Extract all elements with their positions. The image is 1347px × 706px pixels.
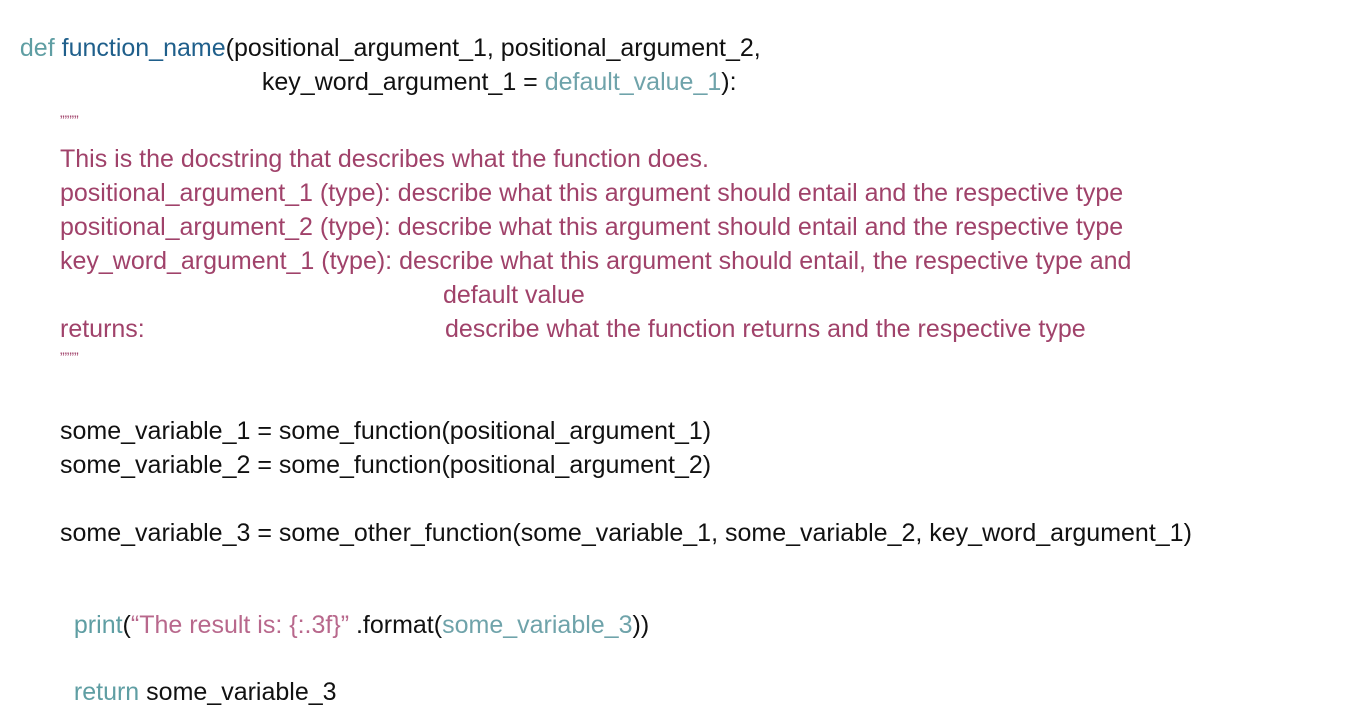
- function-name: function_name: [61, 34, 226, 62]
- docstring-summary: This is the docstring that describes wha…: [60, 145, 709, 173]
- docstring-close-quotes: ””””: [60, 349, 79, 365]
- assignment-line-3: some_variable_3 = some_other_function(so…: [60, 519, 1192, 547]
- print-string-literal: “The result is: {:.3f}”: [130, 611, 350, 639]
- return-value: some_variable_3: [139, 678, 337, 706]
- format-call: .format(: [349, 611, 443, 639]
- signature-line-2: key_word_argument_1 = default_value_1):: [248, 45, 737, 95]
- return-line: return some_variable_3: [60, 655, 337, 705]
- kwarg-default-value: default_value_1: [544, 68, 722, 96]
- docstring-kwarg-1-continued: default value: [443, 281, 585, 309]
- docstring-arg-1: positional_argument_1 (type): describe w…: [60, 179, 1124, 207]
- format-argument: some_variable_3: [442, 611, 633, 639]
- kwarg-name: key_word_argument_1 =: [261, 68, 545, 96]
- docstring-kwarg-1: key_word_argument_1 (type): describe wha…: [60, 247, 1132, 275]
- def-keyword: def: [19, 34, 55, 62]
- docstring-returns-description: describe what the function returns and t…: [445, 315, 1086, 343]
- code-canvas: { "colors": { "keyword": "#5f9ea3", "fun…: [0, 0, 1347, 705]
- assignment-line-2: some_variable_2 = some_function(position…: [60, 451, 712, 479]
- return-keyword: return: [73, 678, 140, 706]
- docstring-open-quotes: ””””: [60, 112, 79, 128]
- print-open-paren: (: [122, 611, 131, 639]
- print-close-parens: )): [632, 611, 650, 639]
- signature-close: ):: [721, 68, 737, 96]
- print-line: print(“The result is: {:.3f}” .format(so…: [60, 588, 649, 638]
- docstring-arg-2: positional_argument_2 (type): describe w…: [60, 213, 1124, 241]
- assignment-line-1: some_variable_1 = some_function(position…: [60, 417, 712, 445]
- print-keyword: print: [73, 611, 123, 639]
- docstring-returns-label: returns:: [60, 315, 145, 343]
